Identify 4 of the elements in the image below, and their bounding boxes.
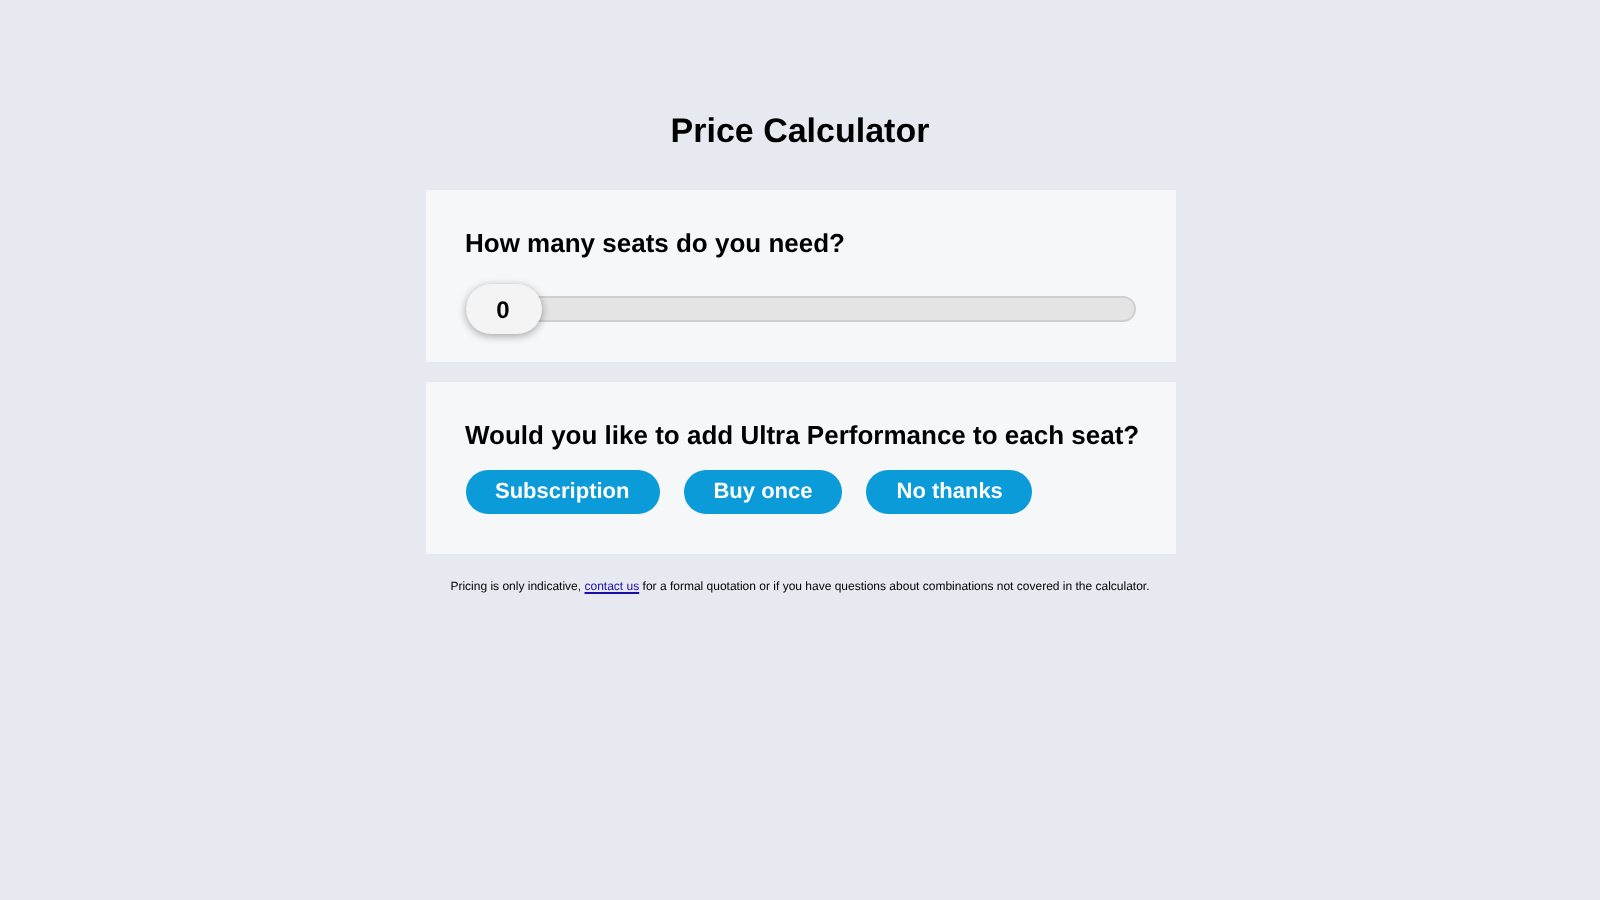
- addon-question: Would you like to add Ultra Performance to each seat?: [465, 420, 1135, 452]
- seats-question: How many seats do you need?: [465, 228, 847, 260]
- page-title: Price Calculator: [670, 112, 930, 152]
- slider-thumb[interactable]: 0: [465, 284, 541, 334]
